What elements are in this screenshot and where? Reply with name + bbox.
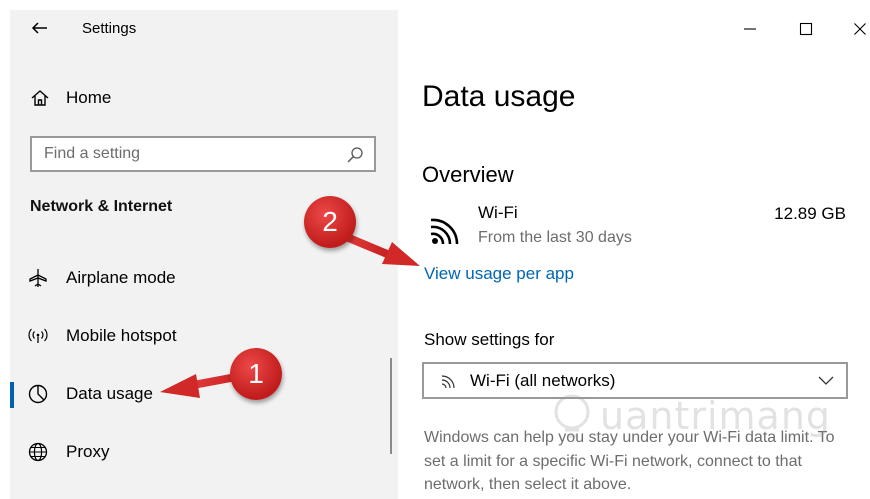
data-usage-icon (28, 384, 48, 404)
sidebar-item-label: Mobile hotspot (66, 326, 177, 345)
maximize-icon (799, 22, 813, 36)
network-select-value: Wi-Fi (all networks) (470, 371, 616, 390)
sidebar-item-mobile-hotspot[interactable]: Mobile hotspot (10, 316, 398, 356)
main-content: Data usage Overview Wi-Fi From the last … (398, 10, 870, 499)
wifi-icon (441, 375, 455, 389)
settings-window: Settings Home Find a setting Network & I… (10, 10, 870, 499)
data-limit-description: Windows can help you stay under your Wi-… (424, 429, 835, 493)
sidebar-item-data-usage[interactable]: Data usage (10, 374, 398, 414)
home-label: Home (66, 88, 112, 107)
back-button[interactable] (28, 16, 52, 40)
search-icon (347, 147, 363, 163)
sidebar-item-proxy[interactable]: Proxy (10, 432, 398, 472)
home-icon (31, 90, 49, 106)
overview-heading: Overview (422, 162, 514, 187)
window-title: Settings (82, 20, 137, 37)
sidebar: Settings Home Find a setting Network & I… (10, 10, 398, 499)
view-usage-per-app-link[interactable]: View usage per app (424, 264, 574, 284)
network-name: Wi-Fi (478, 203, 518, 222)
section-title: Network & Internet (30, 198, 173, 215)
show-settings-label: Show settings for (424, 330, 555, 349)
close-icon (854, 23, 866, 35)
network-select[interactable]: Wi-Fi (all networks) (422, 362, 848, 399)
home-button[interactable]: Home (30, 86, 111, 110)
callout-1: 1 (230, 348, 282, 400)
search-input[interactable]: Find a setting (30, 136, 376, 172)
sidebar-item-label: Proxy (66, 442, 110, 461)
wifi-icon (430, 218, 459, 245)
selection-indicator (10, 382, 14, 408)
sidebar-scrollbar[interactable] (390, 358, 392, 454)
globe-icon (28, 442, 48, 462)
minimize-icon (744, 28, 756, 30)
network-usage: 12.89 GB (774, 204, 846, 223)
callout-2: 2 (304, 196, 356, 248)
sidebar-item-airplane-mode[interactable]: Airplane mode (10, 258, 398, 298)
airplane-icon (29, 269, 47, 287)
maximize-button[interactable] (784, 14, 828, 44)
sidebar-item-label: Data usage (66, 384, 153, 403)
hotspot-icon (28, 328, 48, 343)
network-period: From the last 30 days (478, 229, 632, 246)
minimize-button[interactable] (728, 14, 772, 44)
sidebar-item-label: Airplane mode (66, 268, 176, 287)
search-placeholder: Find a setting (44, 145, 141, 162)
chevron-down-icon (818, 376, 834, 385)
page-title: Data usage (422, 80, 576, 113)
close-button[interactable] (838, 14, 870, 44)
back-arrow-icon (31, 22, 47, 34)
